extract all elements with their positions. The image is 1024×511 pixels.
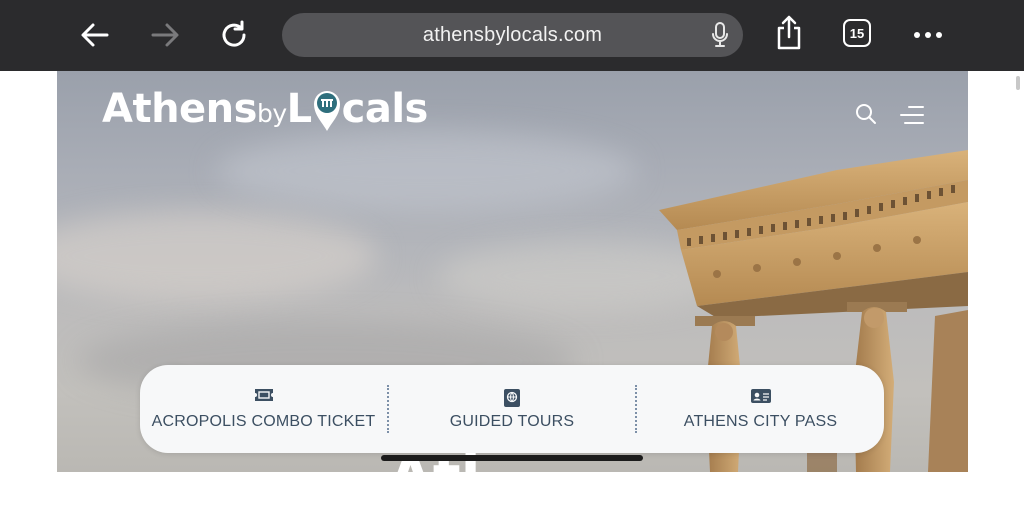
more-icon[interactable] <box>910 17 946 53</box>
menu-icon[interactable] <box>899 105 925 130</box>
search-icon[interactable] <box>855 103 877 130</box>
microphone-icon[interactable] <box>711 22 729 53</box>
url-text: athensbylocals.com <box>422 24 603 46</box>
logo-text-l: L <box>286 86 313 132</box>
guidebook-icon <box>503 388 521 413</box>
map-pin-icon <box>312 91 342 131</box>
logo-text-by: by <box>256 99 287 128</box>
site-logo[interactable]: AthensbyL cals <box>102 86 428 132</box>
page-margin-right <box>968 71 1024 472</box>
hero-banner: AthensbyL cals ACROPOLIS COMBO TICKET GUI… <box>57 71 968 472</box>
quick-links-bar: ACROPOLIS COMBO TICKET GUIDED TOURS ATHE… <box>140 365 884 453</box>
scrollbar[interactable] <box>1016 76 1020 90</box>
address-bar[interactable]: athensbylocals.com <box>282 13 743 57</box>
quick-link-acropolis-combo-ticket[interactable]: ACROPOLIS COMBO TICKET <box>140 365 387 453</box>
quick-link-label: ACROPOLIS COMBO TICKET <box>151 413 376 430</box>
logo-text-athens: Athens <box>102 86 257 132</box>
share-icon[interactable] <box>771 15 807 51</box>
browser-toolbar: athensbylocals.com 15 <box>0 0 1024 71</box>
quick-link-label: ATHENS CITY PASS <box>683 413 838 430</box>
quick-link-guided-tours[interactable]: GUIDED TOURS <box>389 365 635 453</box>
tabs-icon[interactable]: 15 <box>843 19 871 47</box>
quick-link-label: GUIDED TOURS <box>449 413 575 430</box>
id-card-icon <box>750 388 772 409</box>
page-margin-left <box>0 71 57 472</box>
forward-arrow-icon[interactable] <box>147 17 183 53</box>
ticket-icon <box>254 388 274 407</box>
back-arrow-icon[interactable] <box>77 17 113 53</box>
home-indicator[interactable] <box>381 455 643 461</box>
reload-icon[interactable] <box>217 17 253 53</box>
logo-text-cals: cals <box>341 86 429 132</box>
quick-link-athens-city-pass[interactable]: ATHENS CITY PASS <box>637 365 884 453</box>
